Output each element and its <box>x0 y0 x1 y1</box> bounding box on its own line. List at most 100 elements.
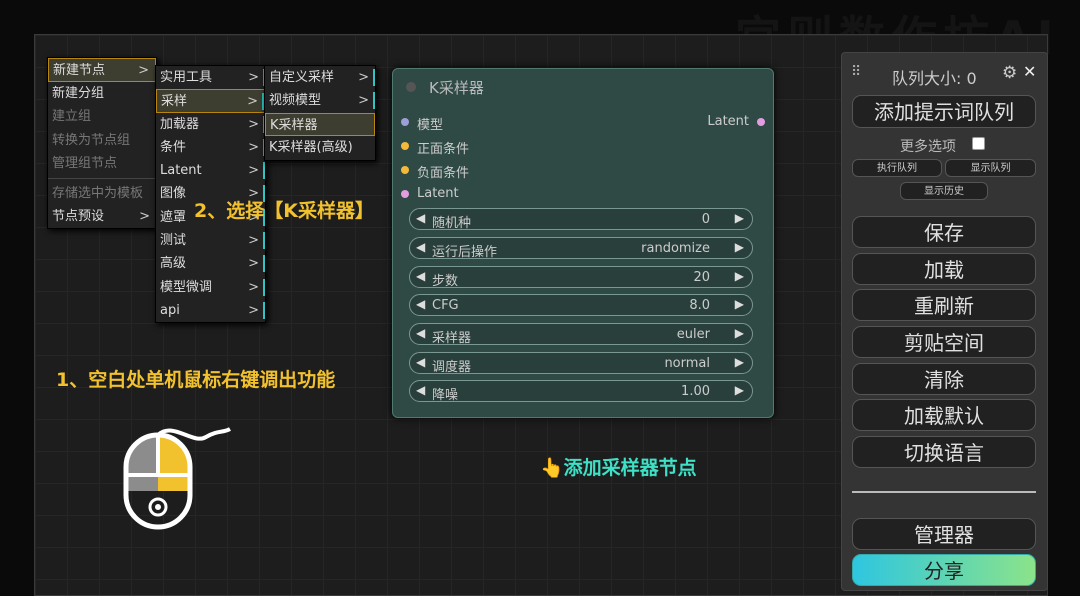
submenu-indicator <box>263 278 265 296</box>
menu-item-sampling[interactable]: 采样 > <box>156 89 265 113</box>
slot-dot-icon <box>401 118 409 126</box>
settings-gear-icon[interactable]: ⚙ <box>1002 63 1017 83</box>
decrement-arrow-icon[interactable]: ◀ <box>416 240 425 254</box>
decrement-arrow-icon[interactable]: ◀ <box>416 326 425 340</box>
submenu-indicator <box>263 301 265 319</box>
menu-item-api[interactable]: api > <box>156 299 265 322</box>
input-slot-positive[interactable]: 正面条件 <box>401 138 469 157</box>
chevron-right-icon: > <box>358 93 369 109</box>
clipspace-button[interactable]: 剪贴空间 <box>852 326 1036 358</box>
panel-divider <box>852 491 1036 493</box>
menu-item-new-group[interactable]: 新建分组 <box>48 82 156 105</box>
more-options-checkbox[interactable] <box>972 137 985 150</box>
widget-steps[interactable]: ◀ 步数 20 ▶ <box>409 266 753 289</box>
submenu-indicator <box>373 69 375 86</box>
input-slot-model[interactable]: 模型 <box>401 114 443 133</box>
slot-dot-icon <box>401 190 409 198</box>
submenu-indicator <box>263 232 265 250</box>
menu-item-label: 模型微调 <box>160 279 213 295</box>
slot-label: Latent <box>417 186 459 201</box>
chevron-right-icon: > <box>248 302 259 318</box>
menu-item-label: 存储选中为模板 <box>52 186 144 202</box>
slot-label: 正面条件 <box>417 142 470 157</box>
decrement-arrow-icon[interactable]: ◀ <box>416 297 425 311</box>
increment-arrow-icon[interactable]: ▶ <box>735 383 744 397</box>
show-history-button[interactable]: 显示历史 <box>900 182 988 200</box>
widget-label: 步数 <box>432 274 459 289</box>
increment-arrow-icon[interactable]: ▶ <box>735 355 744 369</box>
widget-sampler-name[interactable]: ◀ 采样器 euler ▶ <box>409 323 753 346</box>
increment-arrow-icon[interactable]: ▶ <box>735 211 744 225</box>
menu-item-node-presets[interactable]: 节点预设 > <box>48 205 156 228</box>
decrement-arrow-icon[interactable]: ◀ <box>416 211 425 225</box>
clear-button[interactable]: 清除 <box>852 363 1036 395</box>
chevron-right-icon: > <box>248 163 259 179</box>
menu-item-convert-group-node: 转换为节点组 <box>48 129 156 152</box>
chevron-right-icon: > <box>248 256 259 272</box>
menu-item-label: 建立组 <box>52 109 92 125</box>
menu-item-loaders[interactable]: 加载器 > <box>156 113 265 136</box>
menu-item-label: 自定义采样 <box>269 70 335 85</box>
menu-item-label: 转换为节点组 <box>52 132 131 148</box>
save-button[interactable]: 保存 <box>852 216 1036 248</box>
input-slot-negative[interactable]: 负面条件 <box>401 162 469 181</box>
increment-arrow-icon[interactable]: ▶ <box>735 326 744 340</box>
widget-denoise[interactable]: ◀ 降噪 1.00 ▶ <box>409 380 753 403</box>
menu-item-conditioning[interactable]: 条件 > <box>156 136 265 159</box>
widget-scheduler[interactable]: ◀ 调度器 normal ▶ <box>409 352 753 375</box>
widget-label: 调度器 <box>432 360 472 375</box>
menu-item-label: api <box>160 302 180 318</box>
widget-value: normal <box>664 356 710 371</box>
widget-control-after-generate[interactable]: ◀ 运行后操作 randomize ▶ <box>409 237 753 260</box>
annotation-step2: 2、选择【K采样器】 <box>194 200 374 222</box>
submenu-indicator <box>263 162 265 180</box>
menu-item-save-template: 存储选中为模板 <box>48 182 156 205</box>
increment-arrow-icon[interactable]: ▶ <box>735 297 744 311</box>
output-slot-latent[interactable]: Latent <box>707 114 765 129</box>
menu-item-video-models[interactable]: 视频模型 > <box>265 89 375 112</box>
menu-item-label: 条件 <box>160 139 187 155</box>
menu-item-testing[interactable]: 测试 > <box>156 229 265 252</box>
decrement-arrow-icon[interactable]: ◀ <box>416 269 425 283</box>
menu-item-label: 高级 <box>160 256 187 272</box>
increment-arrow-icon[interactable]: ▶ <box>735 269 744 283</box>
queue-panel: ⠿ 队列大小: 0 ⚙ ✕ 添加提示词队列 更多选项 执行队列 显示队列 显示历… <box>841 52 1048 591</box>
menu-item-latent[interactable]: Latent > <box>156 159 265 182</box>
increment-arrow-icon[interactable]: ▶ <box>735 240 744 254</box>
manager-button[interactable]: 管理器 <box>852 518 1036 550</box>
category-submenu: 实用工具 > 采样 > 加载器 > 条件 > Latent > 图像 > 遮罩 > 测试 > 高… <box>155 65 266 323</box>
menu-item-advanced[interactable]: 高级 > <box>156 252 265 275</box>
input-slot-latent[interactable]: Latent <box>401 186 459 201</box>
ksampler-node[interactable]: K采样器 模型 正面条件 负面条件 Latent Latent ◀ 随机种 0 ▶ ◀… <box>392 68 774 418</box>
slot-label: 负面条件 <box>417 166 470 181</box>
refresh-button[interactable]: 重刷新 <box>852 289 1036 321</box>
menu-item-model-finetune[interactable]: 模型微调 > <box>156 276 265 299</box>
widget-seed[interactable]: ◀ 随机种 0 ▶ <box>409 208 753 231</box>
widget-cfg[interactable]: ◀ CFG 8.0 ▶ <box>409 294 753 316</box>
slot-label: 模型 <box>417 118 444 133</box>
node-title-bar[interactable]: K采样器 <box>393 69 773 103</box>
menu-item-ksampler[interactable]: K采样器 <box>265 112 375 136</box>
slot-dot-icon <box>401 142 409 150</box>
menu-item-label: 遮罩 <box>160 209 187 225</box>
menu-item-label: 实用工具 <box>160 70 213 85</box>
menu-item-ksampler-advanced[interactable]: K采样器(高级) <box>265 136 375 159</box>
switch-language-button[interactable]: 切换语言 <box>852 436 1036 468</box>
menu-item-custom-sampling[interactable]: 自定义采样 > <box>265 66 375 89</box>
drag-handle-icon[interactable]: ⠿ <box>851 64 861 80</box>
add-prompt-queue-button[interactable]: 添加提示词队列 <box>852 95 1036 128</box>
run-queue-button[interactable]: 执行队列 <box>852 159 942 177</box>
menu-item-create-group: 建立组 <box>48 105 156 128</box>
decrement-arrow-icon[interactable]: ◀ <box>416 383 425 397</box>
collapse-dot-icon[interactable] <box>406 82 416 92</box>
share-button[interactable]: 分享 <box>852 554 1036 586</box>
decrement-arrow-icon[interactable]: ◀ <box>416 355 425 369</box>
load-button[interactable]: 加载 <box>852 253 1036 285</box>
menu-item-manage-group-nodes: 管理组节点 <box>48 152 156 175</box>
show-queue-button[interactable]: 显示队列 <box>945 159 1036 177</box>
close-icon[interactable]: ✕ <box>1023 62 1036 81</box>
load-default-button[interactable]: 加载默认 <box>852 399 1036 431</box>
menu-item-new-node[interactable]: 新建节点 > <box>48 58 156 82</box>
submenu-indicator <box>373 92 375 110</box>
menu-item-utils[interactable]: 实用工具 > <box>156 66 265 89</box>
